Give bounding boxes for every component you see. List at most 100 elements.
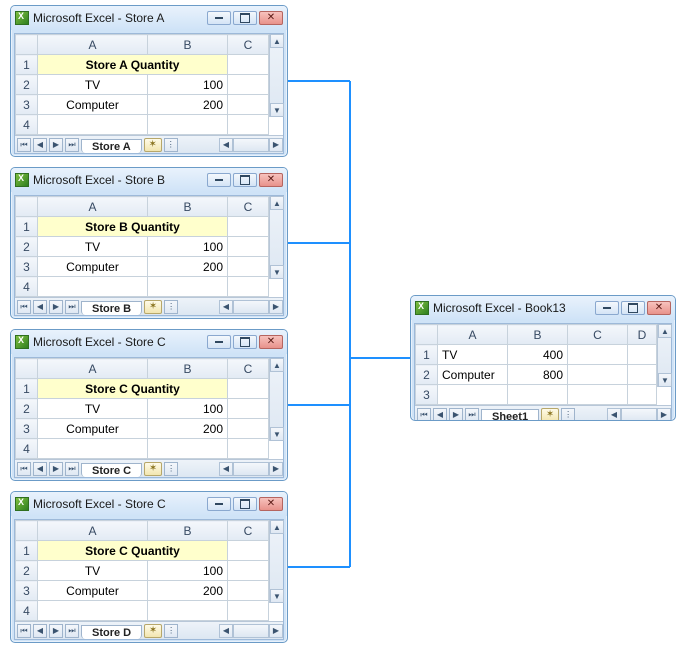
horizontal-scrollbar[interactable]: ◀ ▶ bbox=[219, 138, 283, 152]
row-header[interactable]: 3 bbox=[16, 419, 38, 439]
tab-nav-next[interactable]: ▶ bbox=[49, 624, 63, 638]
cell[interactable]: Computer bbox=[38, 95, 148, 115]
col-header-c[interactable]: C bbox=[228, 359, 269, 379]
cell-empty[interactable] bbox=[508, 385, 568, 405]
minimize-button[interactable] bbox=[207, 173, 231, 187]
col-header-b[interactable]: B bbox=[148, 521, 228, 541]
cell[interactable]: Computer bbox=[38, 419, 148, 439]
cell-empty[interactable] bbox=[228, 95, 269, 115]
row-header[interactable]: 4 bbox=[16, 277, 38, 297]
sheet-tab-active[interactable]: Store B bbox=[81, 301, 142, 315]
vertical-scrollbar[interactable]: ▲ ▼ bbox=[657, 324, 671, 387]
row-header[interactable]: 4 bbox=[16, 115, 38, 135]
titlebar[interactable]: Microsoft Excel - Store B bbox=[11, 168, 287, 192]
row-header[interactable]: 1 bbox=[416, 345, 438, 365]
vertical-scrollbar[interactable]: ▲ ▼ bbox=[269, 358, 283, 441]
tab-split-handle[interactable]: ⋮ bbox=[561, 408, 575, 422]
tab-split-handle[interactable]: ⋮ bbox=[164, 300, 178, 314]
cell[interactable]: 400 bbox=[508, 345, 568, 365]
tab-nav-last[interactable]: ⏭ bbox=[65, 300, 79, 314]
cell-empty[interactable] bbox=[228, 419, 269, 439]
row-header[interactable]: 2 bbox=[416, 365, 438, 385]
row-header[interactable]: 4 bbox=[16, 439, 38, 459]
col-header-b[interactable]: B bbox=[148, 35, 228, 55]
scroll-right-icon[interactable]: ▶ bbox=[269, 624, 283, 638]
row-header[interactable]: 4 bbox=[16, 601, 38, 621]
tab-nav-prev[interactable]: ◀ bbox=[33, 624, 47, 638]
cell-empty[interactable] bbox=[228, 439, 269, 459]
cell[interactable]: TV bbox=[438, 345, 508, 365]
scroll-up-icon[interactable]: ▲ bbox=[270, 358, 284, 372]
titlebar[interactable]: Microsoft Excel - Store A bbox=[11, 6, 287, 30]
scroll-up-icon[interactable]: ▲ bbox=[270, 520, 284, 534]
cell-empty[interactable] bbox=[628, 385, 657, 405]
new-sheet-button[interactable]: ✶ bbox=[144, 462, 162, 476]
row-header[interactable]: 1 bbox=[16, 379, 38, 399]
minimize-button[interactable] bbox=[207, 335, 231, 349]
row-header[interactable]: 3 bbox=[16, 581, 38, 601]
maximize-button[interactable] bbox=[233, 497, 257, 511]
scroll-left-icon[interactable]: ◀ bbox=[219, 462, 233, 476]
cell[interactable]: TV bbox=[38, 561, 148, 581]
row-header[interactable]: 3 bbox=[16, 95, 38, 115]
col-header-b[interactable]: B bbox=[148, 197, 228, 217]
col-header-c[interactable]: C bbox=[228, 35, 269, 55]
titlebar[interactable]: Microsoft Excel - Store C bbox=[11, 330, 287, 354]
scroll-left-icon[interactable]: ◀ bbox=[219, 138, 233, 152]
spreadsheet-grid[interactable]: A B C 1 Store C Quantity 2 TV 100 3 Comp… bbox=[15, 520, 269, 621]
cell-empty[interactable] bbox=[228, 257, 269, 277]
cell-empty[interactable] bbox=[228, 399, 269, 419]
sheet-tab-active[interactable]: Sheet1 bbox=[481, 409, 539, 422]
tab-nav-first[interactable]: ⏮ bbox=[17, 624, 31, 638]
cell[interactable]: 200 bbox=[148, 257, 228, 277]
col-header-b[interactable]: B bbox=[508, 325, 568, 345]
close-button[interactable] bbox=[647, 301, 671, 315]
row-header[interactable]: 2 bbox=[16, 399, 38, 419]
cell-empty[interactable] bbox=[148, 277, 228, 297]
scroll-left-icon[interactable]: ◀ bbox=[219, 624, 233, 638]
row-header[interactable]: 3 bbox=[16, 257, 38, 277]
row-header[interactable]: 2 bbox=[16, 561, 38, 581]
cell[interactable]: Computer bbox=[38, 257, 148, 277]
horizontal-scrollbar[interactable]: ◀ ▶ bbox=[219, 462, 283, 476]
scroll-down-icon[interactable]: ▼ bbox=[658, 373, 672, 387]
minimize-button[interactable] bbox=[207, 11, 231, 25]
tab-split-handle[interactable]: ⋮ bbox=[164, 624, 178, 638]
scroll-down-icon[interactable]: ▼ bbox=[270, 589, 284, 603]
row-header[interactable]: 2 bbox=[16, 75, 38, 95]
col-header-b[interactable]: B bbox=[148, 359, 228, 379]
cell[interactable]: Computer bbox=[38, 581, 148, 601]
select-all-corner[interactable] bbox=[16, 359, 38, 379]
new-sheet-button[interactable]: ✶ bbox=[541, 408, 559, 422]
horizontal-scrollbar[interactable]: ◀ ▶ bbox=[219, 300, 283, 314]
maximize-button[interactable] bbox=[233, 335, 257, 349]
cell-empty[interactable] bbox=[38, 439, 148, 459]
close-button[interactable] bbox=[259, 173, 283, 187]
cell-empty[interactable] bbox=[38, 601, 148, 621]
maximize-button[interactable] bbox=[233, 11, 257, 25]
tab-nav-first[interactable]: ⏮ bbox=[17, 462, 31, 476]
titlebar[interactable]: Microsoft Excel - Store C bbox=[11, 492, 287, 516]
cell-empty[interactable] bbox=[38, 277, 148, 297]
cell-empty[interactable] bbox=[228, 541, 269, 561]
cell-empty[interactable] bbox=[148, 115, 228, 135]
tab-nav-prev[interactable]: ◀ bbox=[33, 462, 47, 476]
cell-empty[interactable] bbox=[228, 581, 269, 601]
horizontal-scrollbar[interactable]: ◀ ▶ bbox=[607, 408, 671, 422]
cell-empty[interactable] bbox=[228, 379, 269, 399]
minimize-button[interactable] bbox=[207, 497, 231, 511]
col-header-a[interactable]: A bbox=[38, 359, 148, 379]
select-all-corner[interactable] bbox=[416, 325, 438, 345]
col-header-c[interactable]: C bbox=[228, 197, 269, 217]
col-header-a[interactable]: A bbox=[38, 35, 148, 55]
cell[interactable]: 200 bbox=[148, 95, 228, 115]
select-all-corner[interactable] bbox=[16, 35, 38, 55]
scroll-up-icon[interactable]: ▲ bbox=[270, 196, 284, 210]
scroll-down-icon[interactable]: ▼ bbox=[270, 103, 284, 117]
row-header[interactable]: 1 bbox=[16, 541, 38, 561]
cell-empty[interactable] bbox=[228, 601, 269, 621]
cell-empty[interactable] bbox=[148, 439, 228, 459]
sheet-tab-active[interactable]: Store C bbox=[81, 463, 142, 477]
scroll-left-icon[interactable]: ◀ bbox=[607, 408, 621, 422]
cell-empty[interactable] bbox=[148, 601, 228, 621]
